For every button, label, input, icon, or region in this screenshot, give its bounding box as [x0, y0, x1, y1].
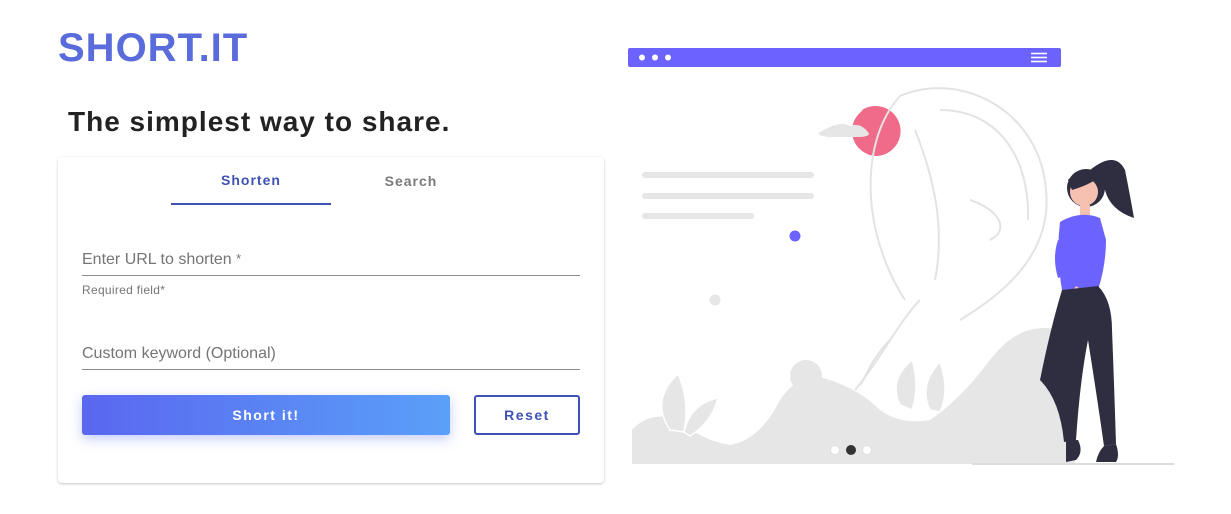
accent-dot: [789, 230, 801, 242]
required-marker: *: [236, 251, 242, 266]
grey-dot: [709, 294, 721, 306]
ground-bubble: [790, 360, 822, 392]
carousel-dot-3[interactable]: [862, 445, 872, 455]
page-tagline: The simplest way to share.: [68, 106, 451, 137]
carousel-dot-1[interactable]: [830, 445, 840, 455]
carousel-indicators: [830, 445, 872, 455]
url-field[interactable]: Enter URL to shorten *: [82, 251, 580, 276]
hero-illustration: [628, 48, 1174, 465]
window-dots-icon: [639, 54, 671, 61]
keyword-field[interactable]: Custom keyword (Optional): [82, 345, 580, 370]
url-label-text: Enter URL to shorten: [82, 251, 232, 268]
keyword-field-label: Custom keyword (Optional): [82, 345, 276, 362]
tab-search[interactable]: Search: [331, 157, 491, 205]
carousel-dot-2[interactable]: [846, 445, 856, 455]
logo[interactable]: SHORT.IT: [58, 26, 248, 71]
keyword-field-underline: [82, 369, 580, 370]
tab-bar: Shorten Search: [171, 157, 491, 205]
short-it-button[interactable]: Short it!: [82, 395, 450, 435]
placeholder-text-lines: [642, 172, 814, 219]
url-helper-text: Required field*: [82, 283, 166, 297]
url-field-underline: [82, 275, 580, 276]
reset-button[interactable]: Reset: [474, 395, 580, 435]
tab-shorten[interactable]: Shorten: [171, 157, 331, 205]
shorten-card: Shorten Search Enter URL to shorten * Re…: [58, 157, 604, 483]
browser-window-bar: [628, 48, 1061, 67]
url-field-label: Enter URL to shorten *: [82, 251, 580, 275]
ground-hill: [632, 328, 1076, 464]
